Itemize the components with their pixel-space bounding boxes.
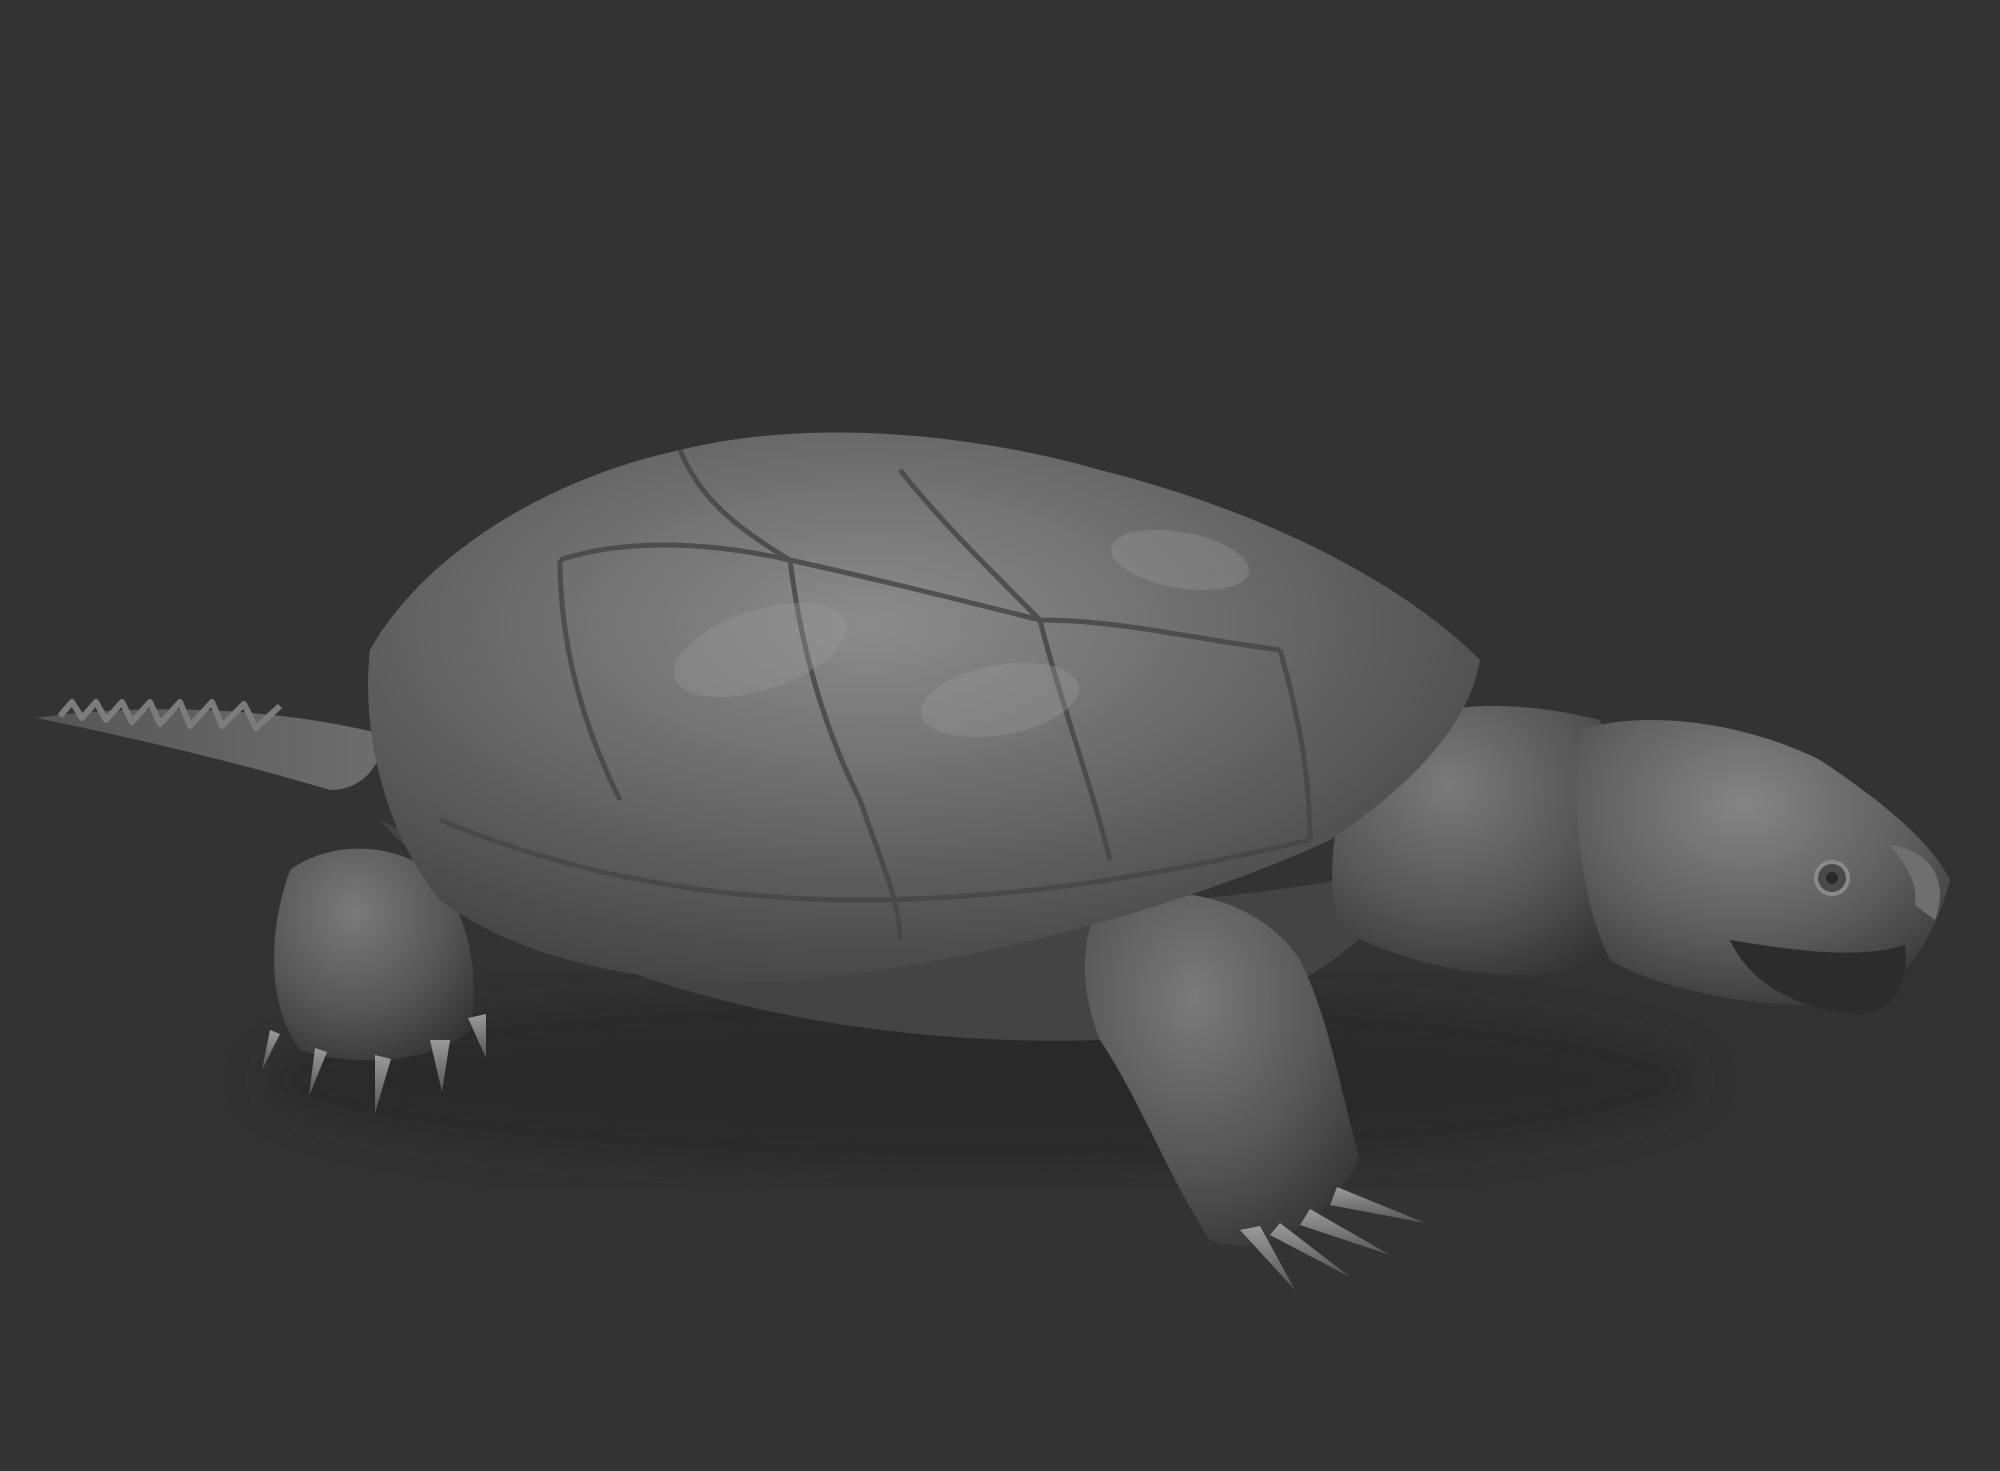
head bbox=[1576, 720, 1950, 1015]
tail bbox=[36, 699, 385, 790]
viewport-canvas[interactable] bbox=[0, 0, 2000, 1471]
turtle-sculpt-render bbox=[36, 432, 1950, 1290]
